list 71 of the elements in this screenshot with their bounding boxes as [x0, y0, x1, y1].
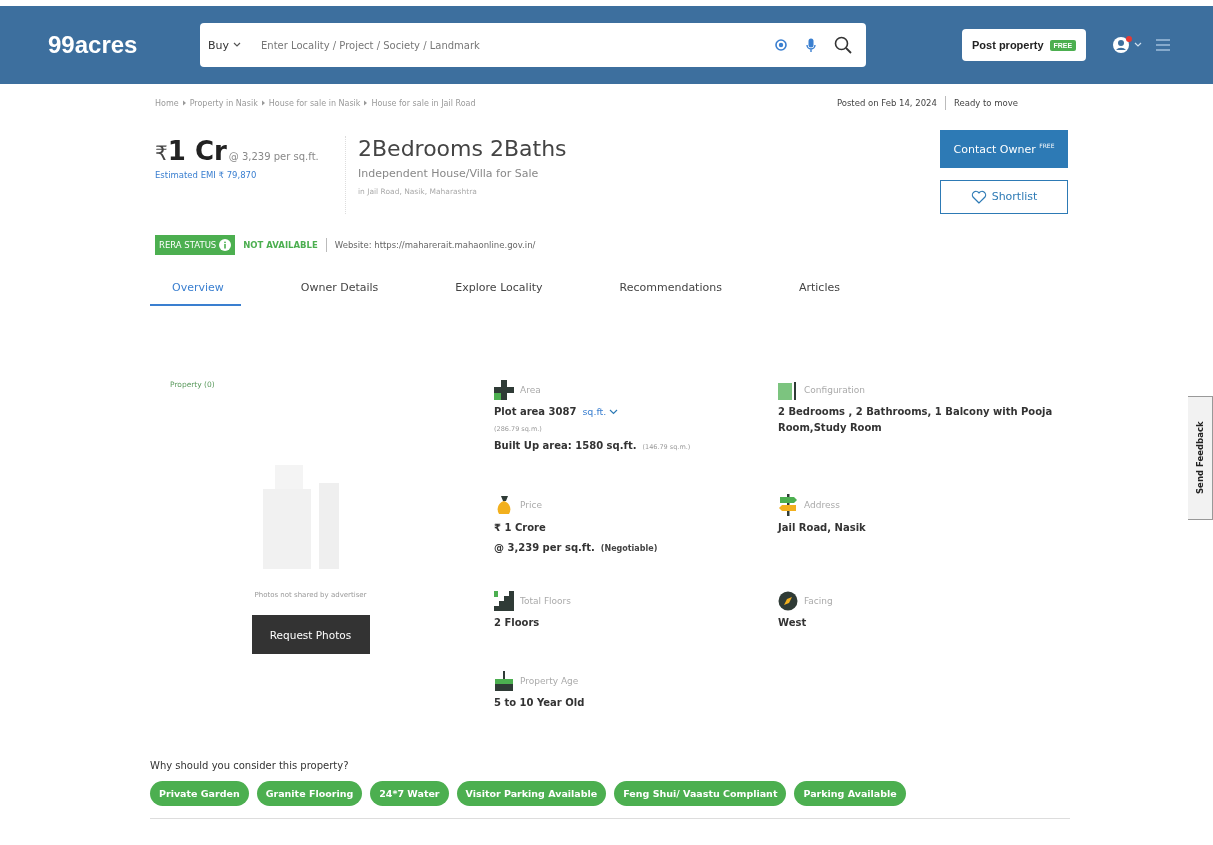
rera-website: Website: https://maharerait.mahaonline.gov.in/	[334, 240, 536, 250]
detail-label: Configuration	[804, 385, 866, 395]
stairs-icon	[494, 591, 514, 611]
detail-value: 2 Floors	[494, 616, 540, 630]
send-feedback-tab[interactable]: Send Feedback	[1188, 396, 1213, 520]
detail-note: (Negotiable)	[600, 543, 658, 555]
property-title: 2Bedrooms 2Baths	[358, 136, 568, 161]
detail-value: West	[778, 616, 807, 630]
search-icon[interactable]	[834, 36, 852, 54]
detail-label: Total Floors	[520, 596, 571, 606]
breadcrumb-link[interactable]: House for sale in Nasik	[268, 98, 361, 108]
feature-tag: Feng Shui/ Vaastu Compliant	[614, 781, 787, 806]
location-target-icon[interactable]	[774, 38, 788, 52]
user-icon[interactable]	[1112, 35, 1135, 55]
price-per-sqft: @ 3,239 per sq.ft.	[228, 151, 319, 162]
breadcrumb-link[interactable]: Home	[155, 98, 179, 108]
request-photos-button[interactable]: Request Photos	[251, 615, 370, 654]
section-tab[interactable]: Articles	[776, 270, 857, 306]
caret-icon[interactable]	[1134, 42, 1143, 48]
detail-value: ₹ 1 Crore	[494, 521, 546, 535]
feature-tag: 24*7 Water	[370, 781, 449, 806]
site-logo[interactable]: 99acres	[48, 31, 200, 59]
section-tab[interactable]: Explore Locality	[433, 270, 560, 306]
section-tab[interactable]: Overview	[150, 270, 241, 306]
compass-icon	[778, 591, 798, 611]
detail-label: Property Age	[520, 676, 579, 686]
signpost-icon	[778, 494, 798, 516]
feature-tag: Parking Available	[794, 781, 906, 806]
buy-dropdown[interactable]: Buy	[208, 38, 242, 52]
unit-dropdown[interactable]: sq.ft.	[582, 404, 619, 420]
plus-area-icon	[494, 380, 514, 400]
section-tab[interactable]: Owner Details	[278, 270, 396, 306]
detail-value: @ 3,239 per sq.ft.	[494, 541, 595, 555]
currency-symbol: ₹	[155, 141, 168, 165]
detail-value: Built Up area: 1580 sq.ft.	[494, 439, 637, 453]
feature-tag: Visitor Parking Available	[456, 781, 607, 806]
shortlist-button[interactable]: Shortlist	[940, 179, 1068, 214]
detail-value: Jail Road, Nasik	[778, 521, 866, 535]
chevron-down-icon	[609, 409, 619, 415]
detail-value: 2 Bedrooms , 2 Bathrooms, 1 Balcony with Pooja Room,Study Room	[778, 405, 1054, 435]
feature-tag: Granite Flooring	[256, 781, 363, 806]
detail-value: Plot area 3087	[494, 405, 577, 419]
contact-owner-button[interactable]: Contact Owner $^{FREE}$	[940, 130, 1068, 168]
detail-label: Facing	[804, 596, 833, 606]
microphone-icon[interactable]	[806, 37, 816, 53]
posted-date: Posted on Feb 14, 2024	[836, 98, 937, 108]
chevron-icon	[260, 100, 266, 106]
property-type: Independent House/Villa for Sale	[358, 167, 540, 180]
chevron-icon	[181, 100, 187, 106]
price-amount: 1 Cr	[167, 136, 227, 166]
rera-status: NOT AVAILABLE	[243, 240, 318, 250]
menu-icon[interactable]	[1156, 39, 1171, 51]
detail-label: Area	[520, 385, 541, 395]
detail-value: 5 to 10 Year Old	[494, 696, 585, 710]
detail-label: Address	[804, 500, 840, 510]
search-bar[interactable]: Buy Enter Locality / Project / Society / Landmark	[200, 23, 866, 67]
section-tab[interactable]: Recommendations	[597, 270, 739, 306]
detail-label: Price	[520, 500, 542, 510]
breadcrumb-link[interactable]: Property in Nasik	[189, 98, 258, 108]
heart-icon	[970, 189, 987, 204]
brush-icon	[494, 671, 514, 691]
feature-tag: Private Garden	[150, 781, 249, 806]
rera-status-badge: RERA STATUS	[155, 235, 236, 255]
section-heading: Why should you consider this property?	[150, 760, 350, 771]
breadcrumb-link[interactable]: House for sale in Jail Road	[371, 98, 476, 108]
availability-status: Ready to move	[953, 98, 1018, 108]
chevron-icon	[363, 100, 369, 106]
emi-link[interactable]: Estimated EMI ₹ 79,870	[155, 170, 345, 180]
floor-plan-icon	[778, 380, 798, 400]
caret-icon	[233, 42, 242, 48]
info-icon[interactable]	[219, 239, 232, 251]
